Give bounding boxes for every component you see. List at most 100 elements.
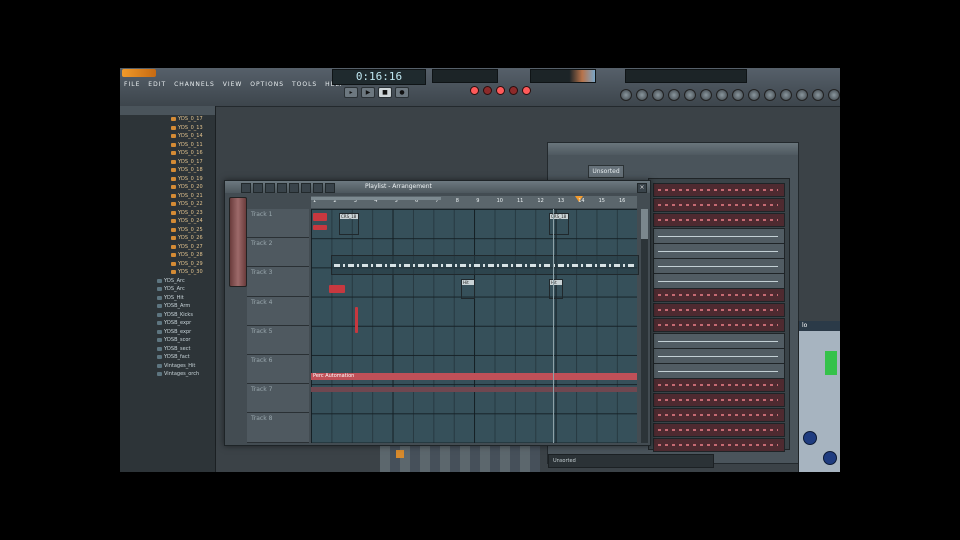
track-header[interactable]: Track 7 (247, 384, 309, 414)
channel-row[interactable] (653, 363, 785, 379)
led-icon[interactable] (496, 86, 505, 95)
track-header[interactable]: Track 1 (247, 209, 309, 239)
led-icon[interactable] (483, 86, 492, 95)
knob-icon[interactable] (716, 89, 728, 101)
browser-folder[interactable]: Vintages_Hit (120, 362, 215, 371)
knob-icon[interactable] (684, 89, 696, 101)
clip-block[interactable]: Hit (461, 279, 475, 299)
time-display[interactable]: 0:16:16 (332, 69, 426, 85)
zoom-slider[interactable] (229, 197, 247, 287)
channel-row[interactable] (653, 258, 785, 274)
browser-file[interactable]: YDS_0_22 (120, 200, 215, 209)
knob-icon[interactable] (748, 89, 760, 101)
browser-file[interactable]: YDS_0_21 (120, 192, 215, 201)
knob-icon[interactable] (780, 89, 792, 101)
track-header[interactable]: Track 6 (247, 354, 309, 385)
knob-icon[interactable] (668, 89, 680, 101)
pattern-song-toggle[interactable]: ▸ (344, 87, 358, 98)
knob-icon[interactable] (652, 89, 664, 101)
channel-row[interactable] (653, 303, 785, 317)
knob-icon[interactable] (764, 89, 776, 101)
knob-icon[interactable] (700, 89, 712, 101)
browser-folder[interactable]: YDSB_fact (120, 353, 215, 362)
mute-tool-icon[interactable] (277, 183, 287, 193)
browser-file[interactable]: YDS_0_26 (120, 234, 215, 243)
browser-file[interactable]: YDS_0_13 (120, 124, 215, 133)
track-header[interactable]: Track 3 (247, 267, 309, 297)
channel-row[interactable] (653, 408, 785, 422)
channel-row[interactable] (653, 318, 785, 332)
channel-row[interactable] (653, 348, 785, 364)
browser-file[interactable]: YDS_0_14 (120, 132, 215, 141)
browser-folder[interactable]: YDS_Arc (120, 285, 215, 294)
browser-file[interactable]: YDS_0_28 (120, 251, 215, 260)
browser-folder[interactable]: YDS_Hit (120, 294, 215, 303)
knob-icon[interactable] (828, 89, 840, 101)
channel-row[interactable] (653, 183, 785, 197)
browser-file[interactable]: YDS_0_11 (120, 141, 215, 150)
draw-tool-icon[interactable] (241, 183, 251, 193)
stop-button[interactable]: ■ (378, 87, 392, 98)
channel-row[interactable] (653, 333, 785, 349)
channel-row[interactable] (653, 423, 785, 437)
browser-folder[interactable]: YDSB_Arm (120, 302, 215, 311)
clip-block[interactable] (355, 307, 358, 333)
channel-row[interactable] (653, 198, 785, 212)
browser-file[interactable]: YDS_0_20 (120, 183, 215, 192)
track-header[interactable]: Track 8 (247, 413, 309, 443)
scroll-thumb[interactable] (641, 209, 648, 239)
led-icon[interactable] (522, 86, 531, 95)
play-button[interactable]: ▶ (361, 87, 375, 98)
menu-channels[interactable]: CHANNELS (174, 81, 215, 88)
browser-file[interactable]: YDS_0_16 (120, 149, 215, 158)
menu-edit[interactable]: EDIT (148, 81, 166, 88)
delete-tool-icon[interactable] (265, 183, 275, 193)
menu-view[interactable]: VIEW (223, 81, 243, 88)
browser-folder[interactable]: YDSB_Kicks (120, 311, 215, 320)
playlist-grid[interactable]: CRS_18 CRS_18 Hit Hit Perc Automation (311, 209, 639, 443)
browser-file[interactable]: YDS_0_30 (120, 268, 215, 277)
clip-block[interactable] (313, 213, 327, 221)
channel-row[interactable] (653, 438, 785, 452)
knob-icon[interactable] (732, 89, 744, 101)
automation-clip[interactable] (311, 387, 637, 392)
browser-file[interactable]: YDS_0_19 (120, 175, 215, 184)
select-tool-icon[interactable] (301, 183, 311, 193)
knob-icon[interactable] (823, 451, 837, 465)
menu-file[interactable]: FILE (124, 81, 140, 88)
channel-row[interactable] (653, 288, 785, 302)
playback-tool-icon[interactable] (325, 183, 335, 193)
paint-tool-icon[interactable] (253, 183, 263, 193)
led-icon[interactable] (470, 86, 479, 95)
browser-folder[interactable]: YDS_Arc (120, 277, 215, 286)
browser-folder[interactable]: YDSB_sect (120, 345, 215, 354)
browser-file[interactable]: YDS_0_25 (120, 226, 215, 235)
browser-folder[interactable]: Vintages_orch (120, 370, 215, 379)
channel-row[interactable] (653, 378, 785, 392)
automation-clip[interactable]: Perc Automation (311, 373, 637, 380)
browser-file[interactable]: YDS_0_17 (120, 158, 215, 167)
channel-filter[interactable]: Unsorted (588, 165, 624, 178)
browser-file[interactable]: YDS_0_18 (120, 166, 215, 175)
slice-tool-icon[interactable] (289, 183, 299, 193)
browser-file[interactable]: YDS_0_23 (120, 209, 215, 218)
clip-block[interactable]: CRS_18 (549, 213, 569, 235)
channel-row[interactable] (653, 243, 785, 259)
close-icon[interactable]: × (637, 183, 647, 193)
knob-icon[interactable] (803, 431, 817, 445)
channel-row[interactable] (653, 273, 785, 289)
track-header[interactable]: Track 4 (247, 296, 309, 326)
browser-file[interactable]: YDS_0_24 (120, 217, 215, 226)
record-button[interactable]: ● (395, 87, 409, 98)
zoom-tool-icon[interactable] (313, 183, 323, 193)
knob-icon[interactable] (796, 89, 808, 101)
knob-icon[interactable] (812, 89, 824, 101)
channel-row[interactable] (653, 228, 785, 244)
browser-folder[interactable]: YDSB_scor (120, 336, 215, 345)
knob-icon[interactable] (620, 89, 632, 101)
channel-row[interactable] (653, 213, 785, 227)
menu-options[interactable]: OPTIONS (250, 81, 284, 88)
audio-clip[interactable] (331, 255, 639, 275)
clip-block[interactable]: CRS_18 (339, 213, 359, 235)
led-icon[interactable] (509, 86, 518, 95)
